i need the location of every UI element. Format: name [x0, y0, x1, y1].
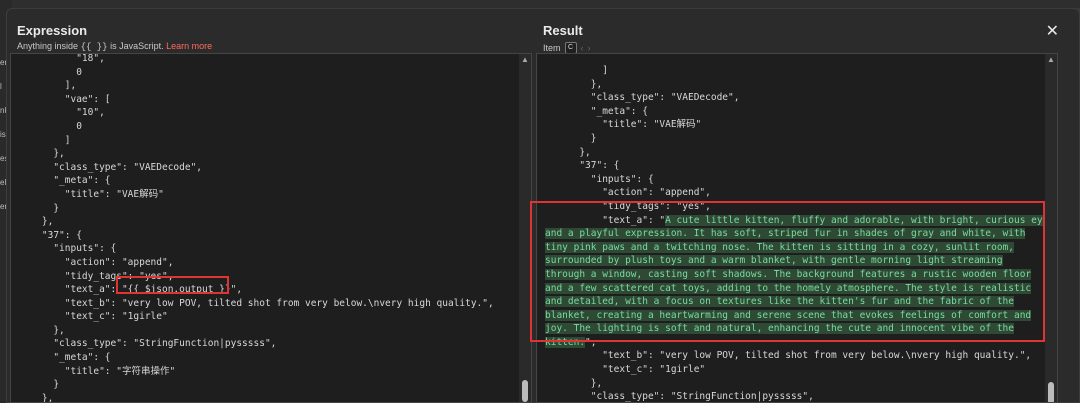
chevron-right-icon[interactable]: ›	[588, 43, 591, 53]
code-line: "title": "VAE解码"	[545, 119, 702, 131]
code-line: 0	[19, 66, 82, 78]
backdrop-top	[0, 0, 1080, 8]
result-title: Result	[543, 23, 583, 38]
code-line: 0	[19, 120, 82, 132]
code-line: "title": "VAE解码"	[19, 188, 164, 200]
code-line: },	[19, 148, 65, 160]
code-line: }	[19, 379, 60, 391]
code-line: },	[19, 392, 54, 403]
highlight-box-expression	[116, 276, 229, 294]
code-line: "37": {	[545, 160, 620, 172]
code-line: "inputs": {	[19, 243, 117, 255]
expression-subtitle: Anything inside {{ }} is JavaScript. Lea…	[17, 41, 212, 52]
code-line: ],	[19, 80, 77, 92]
code-line: "class_type": "StringFunction|pysssss",	[545, 391, 814, 403]
chevron-left-icon[interactable]: ‹	[581, 43, 584, 53]
code-line: "_meta": {	[19, 352, 111, 364]
code-line: ]	[19, 134, 71, 146]
code-line: "inputs": {	[545, 173, 654, 185]
code-line: "37": {	[19, 229, 82, 241]
code-line: },	[545, 146, 591, 158]
scroll-up-icon[interactable]: ▲	[519, 54, 531, 66]
code-line: ]	[545, 65, 608, 76]
code-line: },	[19, 216, 54, 228]
close-icon[interactable]: ✕	[1046, 21, 1059, 41]
subtitle-prefix: Anything inside	[17, 41, 79, 51]
expression-editor[interactable]: "18", 0 ], "vae": [ "10", 0 ] }, "class_…	[10, 53, 532, 403]
code-line: "class_type": "VAEDecode",	[545, 92, 740, 104]
expression-title: Expression	[17, 23, 88, 38]
code-line: }	[19, 202, 60, 214]
learn-more-link[interactable]: Learn more	[166, 41, 212, 51]
code-line: "action": "append",	[545, 187, 711, 199]
code-line: "action": "append",	[19, 256, 174, 268]
code-line: "10",	[19, 107, 105, 119]
code-line: },	[19, 324, 65, 336]
code-line: "text_c": "1girle"	[19, 311, 168, 323]
code-line: "_meta": {	[545, 105, 648, 117]
subtitle-suffix: is JavaScript.	[110, 41, 164, 51]
expression-header: Expression Anything inside {{ }} is Java…	[17, 23, 212, 52]
result-scrollbar[interactable]: ▲	[1045, 54, 1057, 402]
expression-code[interactable]: "18", 0 ], "vae": [ "10", 0 ] }, "class_…	[19, 53, 494, 403]
scrollbar-thumb[interactable]	[522, 380, 528, 402]
code-line: "class_type": "VAEDecode",	[19, 161, 203, 173]
result-header: Result Item C ‹ ›	[543, 23, 591, 54]
code-line: "class_type": "StringFunction|pysssss",	[19, 338, 277, 350]
code-line: },	[545, 377, 603, 389]
code-line: "text_b": "very low POV, tilted shot fro…	[19, 297, 494, 309]
item-label: Item	[543, 43, 561, 53]
code-line: }	[545, 132, 597, 144]
code-line: "text_a": "{{ $json.output }}",	[19, 284, 243, 296]
highlight-box-result	[530, 201, 1045, 342]
code-line: "text_b": "very low POV, tilted shot fro…	[545, 350, 1032, 362]
code-line: "vae": [	[19, 93, 111, 105]
subtitle-braces: {{ }}	[80, 42, 108, 52]
code-line: "tidy_tags": "yes",	[19, 270, 174, 282]
code-line: "text_c": "1girle"	[545, 364, 706, 376]
scroll-up-icon[interactable]: ▲	[1045, 54, 1057, 66]
code-line: "_meta": {	[19, 175, 111, 187]
scrollbar-thumb[interactable]	[1048, 382, 1054, 402]
code-line: },	[545, 78, 603, 90]
code-line: "18",	[19, 53, 105, 64]
code-line: "title": "字符串操作"	[19, 365, 176, 377]
